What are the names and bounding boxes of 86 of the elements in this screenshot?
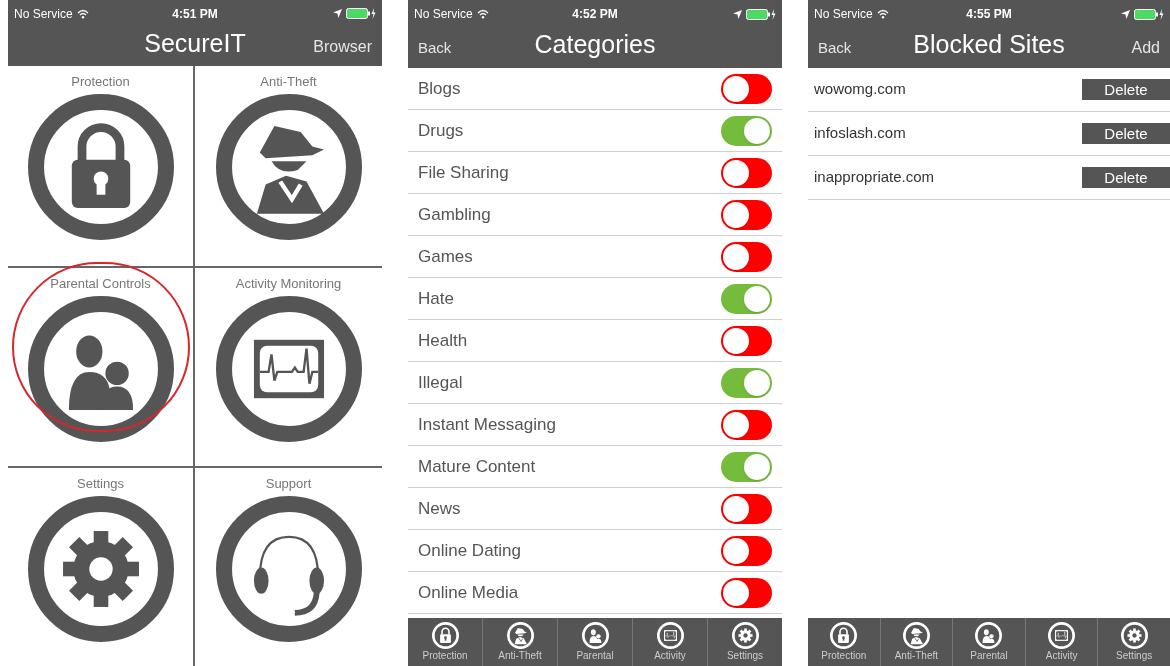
tab-button[interactable]: Settings: [1097, 618, 1170, 666]
settings-icon: [731, 622, 759, 649]
parent-child-icon[interactable]: [27, 296, 174, 442]
category-toggle[interactable]: [721, 535, 772, 566]
tab-button[interactable]: Settings: [707, 618, 782, 666]
tab-button[interactable]: Parental: [557, 618, 632, 666]
screen-title: SecureIT: [144, 28, 246, 60]
tab-button[interactable]: Protection: [808, 618, 880, 666]
delete-button[interactable]: Delete: [1082, 123, 1170, 144]
category-label: Health: [418, 329, 468, 352]
delete-button[interactable]: Delete: [1082, 79, 1170, 100]
category-toggle[interactable]: [721, 325, 772, 356]
settings-icon: [1120, 622, 1148, 649]
location-arrow-icon: [333, 9, 342, 19]
category-toggle[interactable]: [721, 157, 772, 188]
charging-battery-icon: [346, 8, 376, 20]
tab-button[interactable]: Anti-Theft: [879, 618, 953, 666]
nav-action-button[interactable]: Add: [1131, 36, 1160, 60]
tile-label: Activity Monitoring: [235, 276, 342, 292]
category-toggle[interactable]: [721, 283, 772, 314]
category-toggle[interactable]: [721, 241, 772, 272]
status-time: 4:55 PM: [966, 6, 1012, 23]
tile-label: Settings: [77, 476, 124, 492]
tab-button[interactable]: Activity: [632, 618, 707, 666]
wifi-icon: [76, 8, 89, 19]
category-label: File Sharing: [418, 161, 509, 184]
charging-battery-icon: [746, 8, 776, 20]
settings-icon[interactable]: [27, 496, 174, 642]
tile-label: Support: [265, 476, 312, 492]
padlock-icon: [830, 622, 858, 649]
category-label: Gambling: [418, 203, 491, 226]
category-label: Games: [418, 245, 473, 268]
category-toggle[interactable]: [721, 367, 772, 398]
spy-icon[interactable]: [215, 94, 362, 240]
parent-child-icon: [975, 622, 1003, 649]
tab-button[interactable]: Anti-Theft: [482, 618, 557, 666]
category-toggle[interactable]: [721, 73, 772, 104]
category-toggle[interactable]: [721, 451, 772, 482]
tile-label: Anti-Theft: [260, 74, 317, 90]
heartbeat-monitor-icon: [1048, 622, 1076, 649]
category-toggle[interactable]: [721, 115, 772, 146]
site-domain: infoslash.com: [814, 123, 906, 144]
tab-button[interactable]: Activity: [1024, 618, 1098, 666]
tab-button[interactable]: Protection: [408, 618, 482, 666]
parent-child-icon: [581, 622, 609, 649]
screen-title: Categories: [534, 29, 656, 60]
screen-title: Blocked Sites: [913, 29, 1065, 60]
category-toggle[interactable]: [721, 409, 772, 440]
site-domain: wowomg.com: [814, 79, 906, 100]
category-toggle[interactable]: [721, 493, 772, 524]
category-label: Online Media: [418, 581, 519, 604]
headset-icon[interactable]: [215, 496, 362, 642]
category-label: Drugs: [418, 119, 464, 142]
status-time: 4:52 PM: [572, 6, 618, 23]
category-toggle[interactable]: [721, 577, 772, 608]
tile-label: Parental Controls: [50, 276, 151, 292]
nav-action-button[interactable]: Browser: [313, 34, 372, 59]
back-button[interactable]: Back: [818, 36, 852, 60]
padlock-icon[interactable]: [27, 94, 174, 240]
wifi-icon: [476, 9, 489, 19]
category-label: Hate: [418, 287, 454, 310]
back-button[interactable]: Back: [418, 36, 452, 60]
site-domain: inappropriate.com: [814, 167, 935, 188]
category-label: Mature Content: [418, 455, 536, 478]
category-label: Instant Messaging: [418, 413, 556, 436]
charging-battery-icon: [1134, 8, 1164, 20]
wifi-icon: [876, 9, 889, 19]
tab-button[interactable]: Parental: [952, 618, 1025, 666]
category-label: News: [418, 497, 461, 520]
heartbeat-monitor-icon: [656, 622, 684, 649]
status-time: 4:51 PM: [172, 5, 218, 23]
category-label: Online Dating: [418, 539, 521, 562]
location-arrow-icon: [1121, 9, 1130, 19]
location-arrow-icon: [733, 9, 742, 19]
spy-icon: [902, 622, 930, 649]
tile-label: Protection: [71, 74, 130, 90]
carrier-label: No Service: [814, 6, 873, 23]
category-label: Illegal: [418, 371, 463, 394]
category-toggle[interactable]: [721, 199, 772, 230]
carrier-label: No Service: [414, 6, 473, 23]
category-label: Blogs: [418, 77, 461, 100]
heartbeat-monitor-icon[interactable]: [215, 296, 362, 442]
delete-button[interactable]: Delete: [1082, 167, 1170, 188]
spy-icon: [506, 622, 534, 649]
padlock-icon: [431, 622, 459, 649]
carrier-label: No Service: [14, 5, 73, 23]
